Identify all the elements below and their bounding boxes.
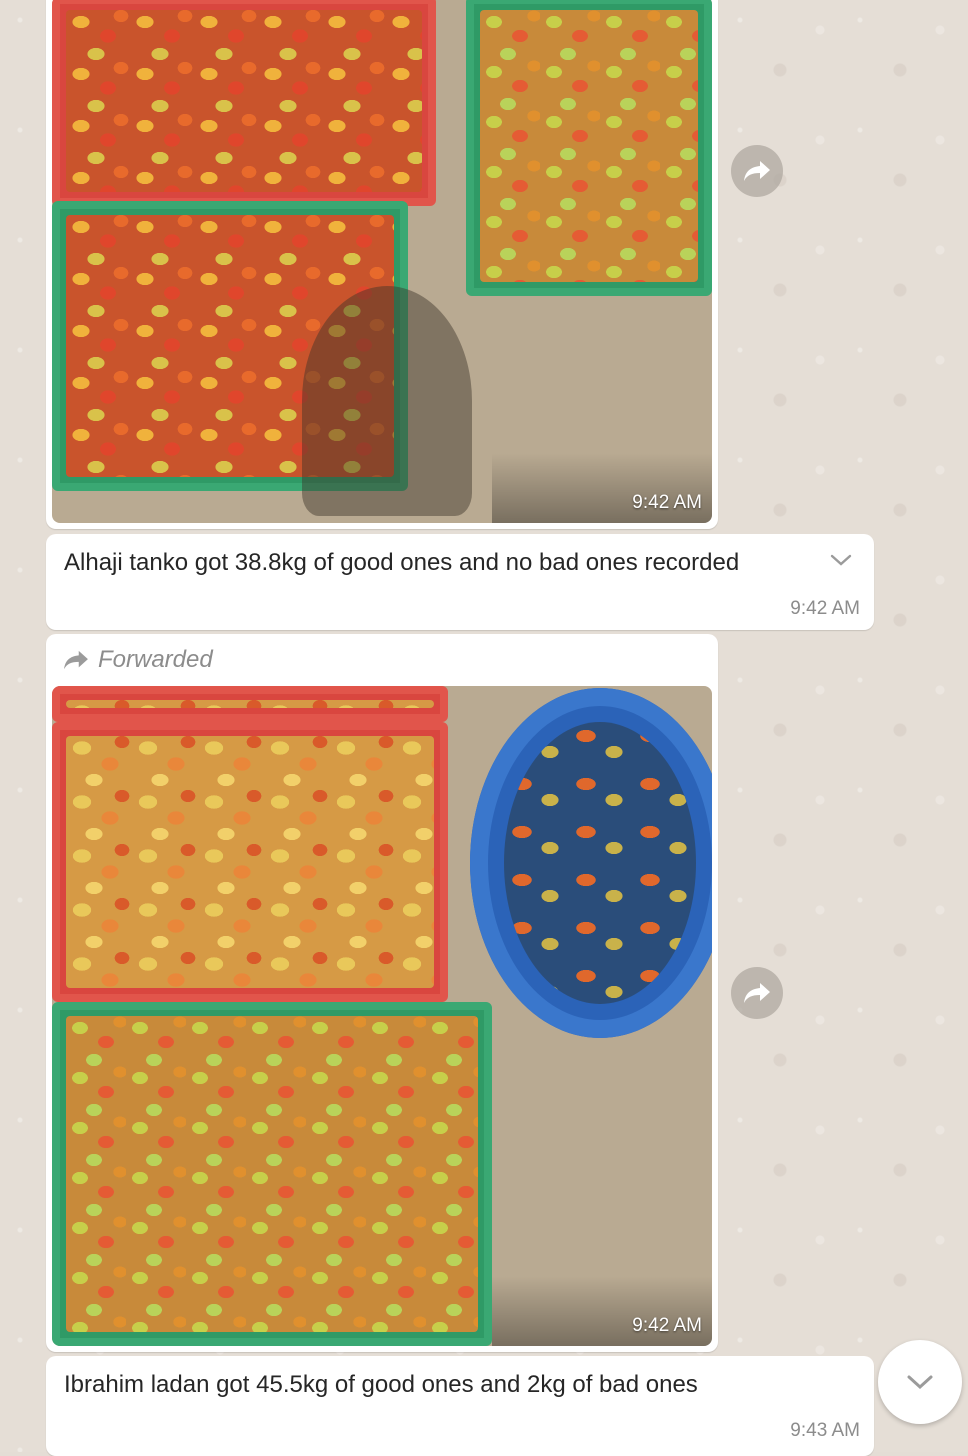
message-text: Ibrahim ladan got 45.5kg of good ones an… [64, 1371, 698, 1398]
image-timestamp: 9:42 AM [632, 1315, 702, 1336]
image-message-photo[interactable]: 9:42 AM [52, 686, 712, 1346]
message-menu-button[interactable] [828, 548, 854, 574]
message-timestamp: 9:42 AM [790, 598, 860, 619]
scroll-to-bottom-button[interactable] [878, 1340, 962, 1424]
chevron-down-icon [907, 1375, 933, 1390]
forward-button[interactable] [731, 145, 783, 197]
green-crate [52, 1002, 492, 1346]
forwarded-text: Forwarded [98, 646, 213, 673]
image-message-1[interactable]: 9:42 AM [46, 0, 718, 529]
chevron-down-icon [830, 554, 852, 566]
shadow [302, 286, 472, 516]
blue-tub [470, 688, 712, 1038]
image-message-2[interactable]: Forwarded 9:42 AM [46, 634, 718, 1352]
red-crate [52, 686, 448, 722]
image-message-photo[interactable]: 9:42 AM [52, 0, 712, 523]
forwarded-label: Forwarded [62, 646, 213, 674]
text-message-2[interactable]: Ibrahim ladan got 45.5kg of good ones an… [46, 1356, 874, 1456]
forwarded-arrow-icon [64, 650, 88, 670]
forward-button[interactable] [731, 967, 783, 1019]
text-message-1[interactable]: Alhaji tanko got 38.8kg of good ones and… [46, 534, 874, 630]
forward-arrow-icon [744, 983, 770, 1003]
image-timestamp: 9:42 AM [632, 492, 702, 513]
message-timestamp: 9:43 AM [790, 1420, 860, 1441]
message-text: Alhaji tanko got 38.8kg of good ones and… [64, 549, 740, 576]
red-crate [52, 722, 448, 1002]
green-crate [466, 0, 712, 296]
red-crate [52, 0, 436, 206]
forward-arrow-icon [744, 161, 770, 181]
